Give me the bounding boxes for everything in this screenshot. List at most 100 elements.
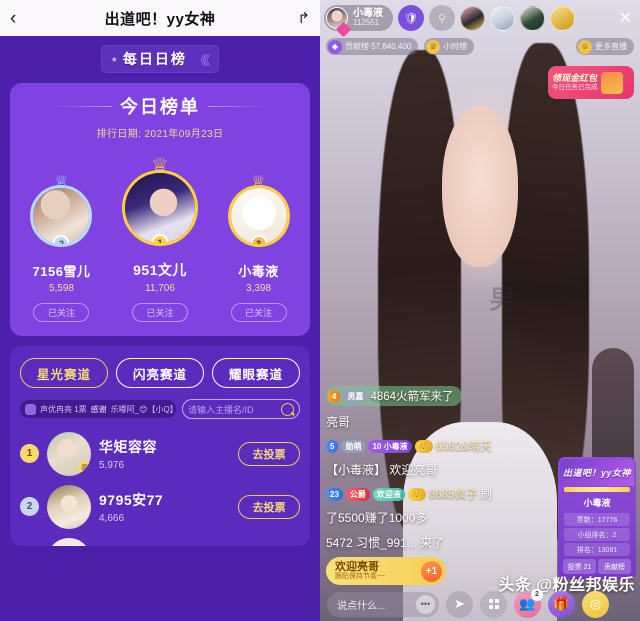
welcome-subtitle: 跟贴保持节奏~~ bbox=[335, 573, 386, 581]
viewer-avatar-2[interactable] bbox=[490, 5, 515, 31]
share-arrow-icon[interactable]: ➤ bbox=[446, 590, 473, 618]
marquee-part1: 声优冉亮 1票 bbox=[40, 404, 87, 414]
chat-user-name: 6582&晴天 bbox=[435, 441, 492, 453]
gift-icon[interactable]: 🎁 bbox=[548, 590, 575, 618]
daily-rank-banner[interactable]: ★ 每日日榜 《《 bbox=[100, 45, 220, 73]
welcome-toast: 欢迎亮哥 跟贴保持节奏~~ +1 bbox=[326, 557, 446, 585]
chat-text: 了5500赚了1000多 bbox=[326, 511, 428, 525]
avatar[interactable]: ▥ bbox=[47, 431, 91, 476]
avatar[interactable] bbox=[47, 484, 91, 529]
viewer-avatar-4[interactable] bbox=[550, 5, 575, 31]
avatar[interactable] bbox=[47, 537, 91, 546]
apps-grid-icon[interactable] bbox=[480, 590, 507, 618]
today-title-row: 今日榜单 bbox=[18, 93, 302, 119]
chat-input[interactable]: 说点什么... ••• bbox=[327, 591, 439, 617]
viewer-avatar-3[interactable] bbox=[520, 5, 545, 31]
podium-name: 951文儿 bbox=[133, 262, 187, 278]
podium-score: 3,398 bbox=[246, 283, 272, 294]
podium: ♕ 2 7156雪儿 5,598 已关注 ♕ 1 951文儿 11,706 已关… bbox=[18, 150, 302, 322]
crown-icon: ♕ bbox=[426, 39, 441, 54]
red-envelope-banner[interactable]: 领现金红包 今日任务已完成 bbox=[548, 66, 634, 99]
follow-button[interactable]: 已关注 bbox=[132, 303, 188, 322]
role-badge: 男嘉 bbox=[343, 389, 368, 403]
contribution-rank-pill[interactable]: ◆ 贡献榜 57,840,400 bbox=[326, 38, 419, 55]
hourly-rank-label: 小时榜 bbox=[443, 42, 468, 51]
fanclub-badge: 欢迎液 bbox=[372, 487, 405, 501]
avatar-image bbox=[125, 173, 195, 243]
more-live-pill[interactable]: ☺ 更多直播 bbox=[576, 38, 634, 55]
coin-icon[interactable]: ◎ bbox=[582, 590, 609, 618]
contribution-rank-label: 贡献榜 57,840,400 bbox=[345, 42, 412, 51]
crown-icon: 👑 bbox=[407, 487, 426, 501]
chat-message: 4 男嘉 4864火箭军来了 bbox=[326, 386, 566, 406]
podium-item-2[interactable]: ♕ 2 7156雪儿 5,598 已关注 bbox=[18, 169, 105, 322]
rank-badge: 1 bbox=[151, 234, 169, 243]
noble-badge: 公爵 bbox=[345, 487, 370, 501]
vote-button[interactable]: 去投票 bbox=[238, 441, 300, 466]
list-item[interactable]: 2 9795安77 4,666 去投票 bbox=[20, 480, 300, 533]
hourly-rank-pill[interactable]: ♕ 小时榜 bbox=[424, 38, 475, 55]
list-item-info: 华矩容容 5,976 bbox=[99, 437, 230, 471]
smile-icon: ☺ bbox=[578, 39, 592, 54]
side-panel-group-rank: 小组排名：2 bbox=[564, 528, 630, 541]
streamer-card[interactable]: 小毒液 112551 bbox=[324, 5, 393, 38]
share-icon[interactable]: ↱ bbox=[288, 9, 310, 27]
more-dots-icon[interactable]: ••• bbox=[416, 594, 435, 614]
marquee-notice[interactable]: 声优冉亮 1票 感谢 乐嘟阿_😊【小Q】 bbox=[20, 400, 176, 418]
podium-name: 小毒液 bbox=[238, 264, 279, 279]
viewer-avatar-1[interactable] bbox=[460, 5, 485, 31]
chat-bubble: 4 男嘉 4864火箭军来了 bbox=[326, 386, 462, 406]
divider-left bbox=[52, 105, 112, 107]
avatar[interactable]: 3 bbox=[227, 185, 290, 247]
list-item[interactable]: 3 去投票 bbox=[20, 533, 300, 546]
users-badge: 2 bbox=[531, 588, 543, 601]
today-ranking-card: 今日榜单 排行日期: 2021年09月23日 ♕ 2 7156雪儿 5,598 … bbox=[10, 83, 310, 336]
avatar[interactable]: 1 bbox=[122, 170, 198, 246]
search-icon[interactable] bbox=[281, 402, 294, 416]
shield-icon[interactable]: 🛡 bbox=[398, 5, 424, 31]
overlay-watermark: 男 bbox=[489, 284, 516, 315]
gift-icon bbox=[25, 403, 36, 415]
mic-person-icon[interactable]: ⚲ bbox=[429, 5, 455, 31]
decorative-face bbox=[441, 105, 519, 268]
chat-messages[interactable]: 4 男嘉 4864火箭军来了 亮哥 5 勋萌 10 小毒液 👑 6582&晴天 … bbox=[326, 386, 566, 560]
viewer-count: 112551 bbox=[353, 18, 380, 28]
tab-shining[interactable]: 闪亮赛道 bbox=[116, 358, 204, 388]
avatar[interactable]: 2 bbox=[30, 185, 93, 247]
follow-button[interactable]: 已关注 bbox=[230, 303, 287, 322]
podium-item-3[interactable]: ♕ 3 小毒液 3,398 已关注 bbox=[215, 169, 302, 322]
follow-button[interactable]: 已关注 bbox=[33, 303, 90, 322]
list-item[interactable]: 1 ▥ 华矩容容 5,976 去投票 bbox=[20, 427, 300, 480]
star-icon: ★ bbox=[110, 54, 118, 64]
podium-item-1[interactable]: ♕ 1 951文儿 11,706 已关注 bbox=[113, 150, 207, 322]
more-live-label: 更多直播 bbox=[595, 42, 627, 51]
red-envelope-text: 领现金红包 今日任务已完成 bbox=[552, 73, 598, 92]
side-panel-overall-rank: 排名：13081 bbox=[564, 543, 630, 556]
chat-user-name: 8685疯子 bbox=[428, 489, 478, 501]
ranking-date: 排行日期: 2021年09月23日 bbox=[96, 129, 224, 140]
search-input[interactable]: 请输入主播名/ID bbox=[188, 403, 278, 416]
level-badge: 23 bbox=[326, 487, 343, 501]
back-icon[interactable]: ‹ bbox=[10, 9, 32, 28]
rank-number: 2 bbox=[20, 497, 39, 516]
chat-message: 5 勋萌 10 小毒液 👑 6582&晴天 bbox=[326, 438, 566, 454]
live-icon: ▥ bbox=[78, 460, 91, 474]
side-panel-name: 小毒液 bbox=[583, 498, 611, 508]
daily-banner-wrap: ★ 每日日榜 《《 bbox=[8, 36, 312, 81]
list-item-name: 华矩容容 bbox=[99, 438, 157, 455]
vote-button[interactable]: 去投票 bbox=[238, 494, 300, 519]
chevron-left-icon: 《《 bbox=[193, 52, 210, 68]
search-box[interactable]: 请输入主播名/ID bbox=[182, 399, 300, 419]
marquee-part3: 乐嘟阿_😊【小Q】 bbox=[110, 404, 176, 414]
chat-text: 亮哥 bbox=[326, 415, 351, 429]
list-item-name: 9795安77 bbox=[99, 491, 164, 508]
list-item-info: 9795安77 4,666 bbox=[99, 490, 230, 524]
side-panel-title: 出道吧！yy女神 bbox=[562, 468, 631, 478]
close-icon[interactable]: ✕ bbox=[615, 8, 636, 28]
ranking-pane: ‹ 出道吧！yy女神 ↱ ★ 每日日榜 《《 今日榜单 排行日期: 2021年0… bbox=[0, 0, 320, 621]
tab-dazzling[interactable]: 耀眼赛道 bbox=[212, 358, 300, 388]
grid-dots bbox=[488, 599, 499, 609]
vote-side-panel[interactable]: 出道吧！yy女神 小毒液 票数：17776 小组排名：2 排名：13081 投票… bbox=[558, 457, 636, 579]
tab-starlight[interactable]: 星光赛道 bbox=[20, 358, 108, 388]
users-icon[interactable]: 👥 2 bbox=[514, 588, 543, 618]
